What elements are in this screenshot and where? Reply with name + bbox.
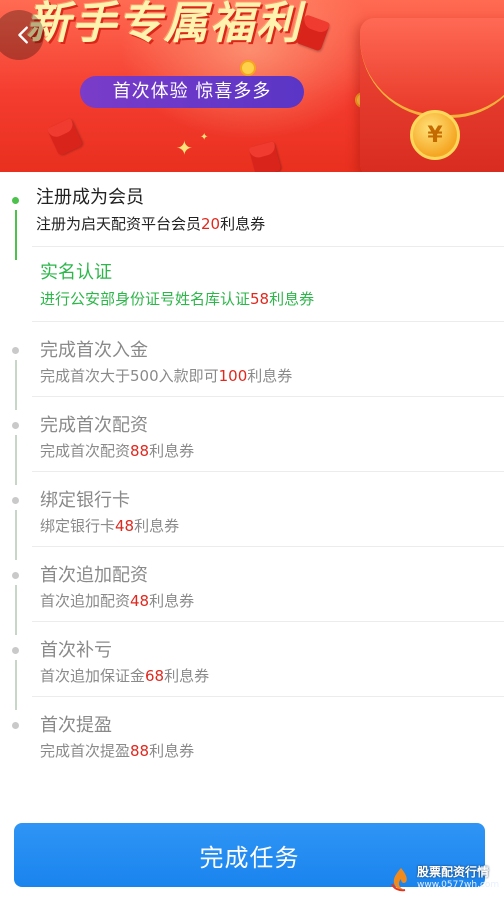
task-title: 完成首次入金 (40, 340, 148, 361)
task-item-first-withdraw[interactable]: 首次提盈 完成首次提盈88利息券 (0, 697, 504, 772)
envelope-flap (360, 18, 504, 118)
task-description: 首次追加保证金68利息券 (40, 667, 210, 685)
step-dot (12, 722, 19, 729)
task-title: 首次补亏 (40, 640, 112, 661)
reward-amount: 88 (130, 742, 150, 760)
task-description: 首次追加配资48利息券 (40, 592, 195, 610)
reward-amount: 58 (250, 290, 270, 308)
task-title: 注册成为会员 (36, 187, 144, 208)
step-dot (12, 497, 19, 504)
banner-title: 新手专属福利 (26, 0, 302, 49)
step-dot (12, 197, 19, 204)
reward-amount: 88 (130, 442, 150, 460)
reward-amount: 100 (218, 367, 248, 385)
coin-icon (240, 60, 256, 76)
task-description: 进行公安部身份证号姓名库认证58利息券 (40, 290, 315, 308)
step-dot (12, 647, 19, 654)
task-title: 首次追加配资 (40, 565, 148, 586)
reward-amount: 48 (115, 517, 135, 535)
task-description: 完成首次提盈88利息券 (40, 742, 195, 760)
task-item-bind-card[interactable]: 绑定银行卡 绑定银行卡48利息券 (0, 472, 504, 560)
task-title: 首次提盈 (40, 715, 112, 736)
task-item-real-name[interactable]: 实名认证 进行公安部身份证号姓名库认证58利息券 (0, 247, 504, 322)
red-envelope-icon (248, 141, 282, 172)
task-title: 绑定银行卡 (40, 490, 130, 511)
site-watermark: 股票配资行情 www.0577wh.com (388, 862, 504, 896)
task-item-register[interactable]: 注册成为会员 注册为启天配资平台会员20利息券 (0, 172, 504, 260)
welfare-page: ✦ ✦ ¥ 新手专属福利 首次体验 惊喜多多 注册成为会员 注册为启天配资平台会… (0, 0, 504, 900)
banner-subtitle: 首次体验 惊喜多多 (80, 76, 304, 108)
task-list: 注册成为会员 注册为启天配资平台会员20利息券 实名认证 进行公安部身份证号姓名… (0, 172, 504, 772)
chevron-left-icon (18, 26, 28, 44)
step-dot (12, 572, 19, 579)
step-dot (12, 422, 19, 429)
task-item-first-margin[interactable]: 完成首次配资 完成首次配资88利息券 (0, 397, 504, 485)
task-title: 实名认证 (40, 262, 112, 283)
sparkle-icon: ✦ (176, 136, 193, 160)
task-description: 绑定银行卡48利息券 (40, 517, 180, 535)
task-item-first-topup[interactable]: 首次补亏 首次追加保证金68利息券 (0, 622, 504, 710)
sparkle-icon: ✦ (200, 132, 209, 143)
watermark-name: 股票配资行情 (417, 865, 490, 879)
task-title: 完成首次配资 (40, 415, 148, 436)
flame-logo-icon (391, 868, 407, 892)
red-envelope-icon (46, 117, 84, 157)
reward-amount: 68 (145, 667, 165, 685)
watermark-url: www.0577wh.com (417, 880, 500, 890)
watermark-text: 股票配资行情 www.0577wh.com (417, 866, 499, 892)
task-item-first-deposit[interactable]: 完成首次入金 完成首次大于500入款即可100利息券 (0, 322, 504, 410)
task-description: 注册为启天配资平台会员20利息券 (36, 215, 266, 233)
yen-coin-icon: ¥ (410, 110, 460, 160)
reward-amount: 48 (130, 592, 150, 610)
welfare-banner: ✦ ✦ ¥ 新手专属福利 首次体验 惊喜多多 (0, 0, 504, 172)
back-button[interactable] (0, 10, 44, 60)
task-description: 完成首次配资88利息券 (40, 442, 195, 460)
task-description: 完成首次大于500入款即可100利息券 (40, 367, 293, 385)
reward-amount: 20 (201, 215, 221, 233)
task-item-add-margin[interactable]: 首次追加配资 首次追加配资48利息券 (0, 547, 504, 635)
step-dot (12, 347, 19, 354)
